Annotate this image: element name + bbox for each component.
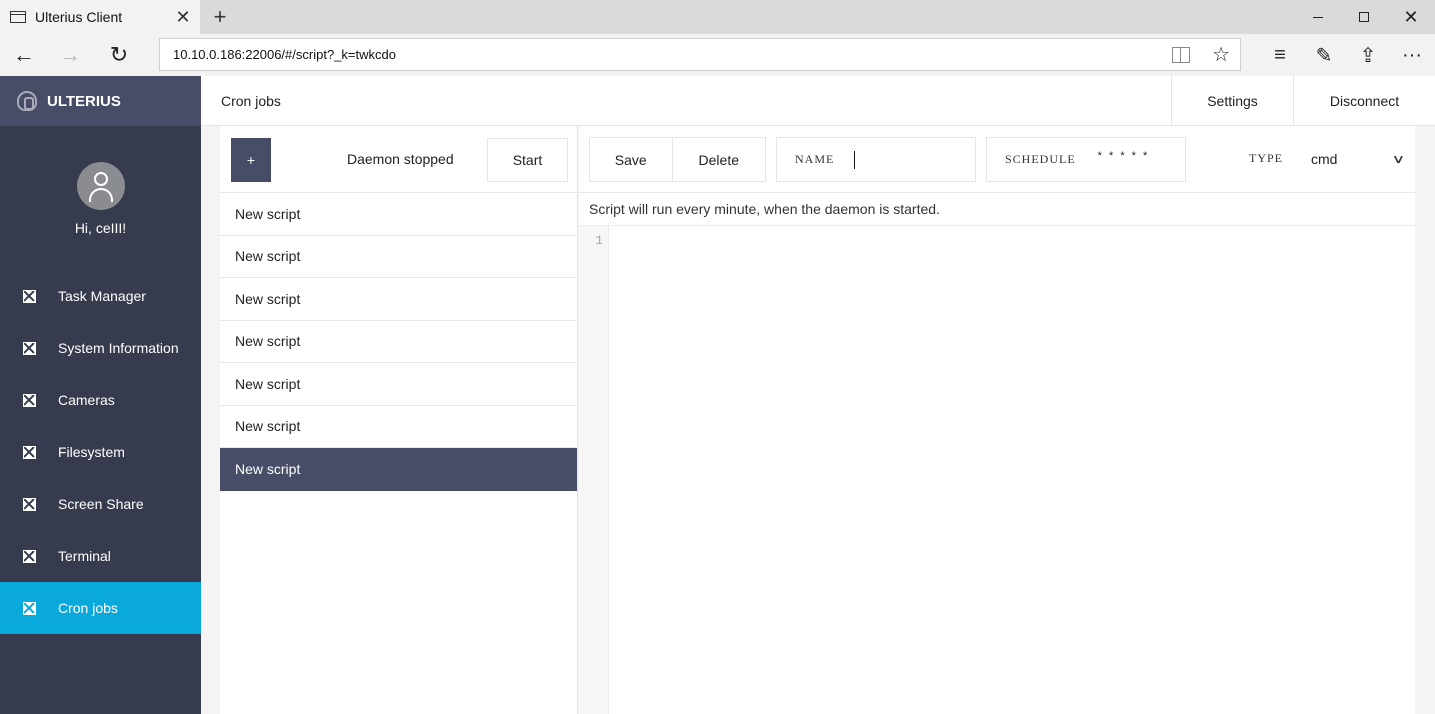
- editor-button-group: Save Delete: [589, 137, 766, 182]
- broken-image-icon: [23, 601, 36, 615]
- more-icon[interactable]: ···: [1394, 39, 1430, 71]
- script-list-item[interactable]: New script: [220, 236, 577, 278]
- broken-image-icon: [23, 549, 36, 563]
- schedule-hint: Script will run every minute, when the d…: [579, 193, 1415, 226]
- settings-button[interactable]: Settings: [1171, 76, 1293, 126]
- line-number-gutter: 1: [579, 226, 609, 714]
- script-editor-pane: Save Delete NAME SCHEDULE * * * * * TYPE…: [579, 126, 1415, 714]
- type-value: cmd: [1311, 151, 1338, 167]
- tab-title: Ulterius Client: [35, 9, 123, 25]
- back-button[interactable]: ←: [6, 39, 42, 71]
- sidebar-item-cron-jobs[interactable]: Cron jobs: [0, 582, 201, 634]
- daemon-status: Daemon stopped: [347, 151, 454, 167]
- name-field[interactable]: NAME: [776, 137, 976, 182]
- refresh-button[interactable]: ↻: [101, 39, 137, 71]
- sidebar-item-system-information[interactable]: System Information: [0, 322, 201, 374]
- minimize-icon: [1313, 16, 1323, 18]
- app-root: ULTERIUS Hi, ceIII! Task Manager System …: [0, 76, 1435, 714]
- tab-bar: Ulterius Client ✕ + ✕: [0, 0, 1435, 34]
- brand: ULTERIUS: [0, 76, 201, 126]
- maximize-button[interactable]: [1341, 0, 1387, 34]
- sidebar-item-label: Screen Share: [58, 496, 144, 512]
- new-tab-button[interactable]: +: [205, 2, 235, 32]
- script-list-item-selected[interactable]: New script: [220, 448, 577, 491]
- script-list-toolbar: + Daemon stopped Start: [220, 126, 577, 193]
- delete-button[interactable]: Delete: [673, 138, 765, 181]
- right-margin: [1415, 126, 1435, 714]
- reading-view-icon[interactable]: [1172, 46, 1191, 63]
- chevron-down-icon: ∨: [1391, 152, 1406, 166]
- page-icon: [10, 11, 26, 23]
- script-list-item[interactable]: New script: [220, 406, 577, 448]
- type-label: TYPE: [1249, 151, 1283, 165]
- address-bar[interactable]: 10.10.0.186:22006/#/script?_k=twkcdo ☆: [159, 38, 1241, 71]
- name-label: NAME: [795, 152, 835, 166]
- favorite-star-icon[interactable]: ☆: [1212, 42, 1230, 67]
- maximize-icon: [1359, 12, 1369, 22]
- sidebar-menu: Task Manager System Information Cameras …: [0, 270, 201, 634]
- sidebar-item-label: System Information: [58, 340, 179, 356]
- broken-image-icon: [23, 445, 36, 459]
- save-button[interactable]: Save: [590, 138, 673, 181]
- url-text: 10.10.0.186:22006/#/script?_k=twkcdo: [173, 47, 396, 62]
- start-daemon-button[interactable]: Start: [487, 138, 568, 182]
- script-list-pane: + Daemon stopped Start New script New sc…: [220, 126, 578, 714]
- sidebar-item-screen-share[interactable]: Screen Share: [0, 478, 201, 530]
- content-area: + Daemon stopped Start New script New sc…: [201, 126, 1435, 714]
- script-list-item[interactable]: New script: [220, 193, 577, 236]
- schedule-value[interactable]: * * * * *: [1098, 150, 1150, 162]
- share-icon[interactable]: ⇪: [1350, 39, 1386, 71]
- window-close-button[interactable]: ✕: [1388, 0, 1434, 34]
- greeting: Hi, ceIII!: [74, 220, 127, 236]
- user-icon-body: [88, 188, 113, 202]
- script-list-item[interactable]: New script: [220, 321, 577, 363]
- sidebar-item-label: Filesystem: [58, 444, 125, 460]
- brand-name: ULTERIUS: [47, 92, 121, 110]
- broken-image-icon: [23, 497, 36, 511]
- sidebar-item-cameras[interactable]: Cameras: [0, 374, 201, 426]
- ulterius-logo-icon: [17, 91, 37, 111]
- type-select[interactable]: cmd ∨: [1311, 148, 1406, 170]
- script-list-item[interactable]: New script: [220, 278, 577, 321]
- sidebar-item-label: Task Manager: [58, 288, 146, 304]
- web-note-icon[interactable]: ✎: [1306, 39, 1342, 71]
- navigation-bar: ← → ↻ 10.10.0.186:22006/#/script?_k=twkc…: [0, 34, 1435, 76]
- code-text-area[interactable]: [610, 226, 1415, 714]
- profile: Hi, ceIII!: [0, 126, 201, 256]
- line-number: 1: [595, 233, 603, 248]
- sidebar-item-task-manager[interactable]: Task Manager: [0, 270, 201, 322]
- disconnect-button[interactable]: Disconnect: [1293, 76, 1435, 126]
- top-bar: Cron jobs Settings Disconnect: [201, 76, 1435, 126]
- sidebar-item-filesystem[interactable]: Filesystem: [0, 426, 201, 478]
- sidebar-item-label: Terminal: [58, 548, 111, 564]
- sidebar-item-label: Cron jobs: [58, 600, 118, 616]
- script-list-item[interactable]: New script: [220, 363, 577, 406]
- tab-close-icon[interactable]: ✕: [172, 6, 194, 28]
- browser-tab[interactable]: Ulterius Client ✕: [0, 0, 200, 34]
- schedule-field[interactable]: SCHEDULE * * * * *: [986, 137, 1186, 182]
- broken-image-icon: [23, 341, 36, 355]
- name-input[interactable]: [854, 150, 955, 169]
- schedule-label: SCHEDULE: [1005, 152, 1076, 166]
- page-title: Cron jobs: [221, 93, 281, 109]
- code-editor[interactable]: 1: [579, 226, 1415, 714]
- hub-icon[interactable]: ≡: [1262, 39, 1298, 71]
- user-icon: [93, 172, 108, 186]
- sidebar-item-label: Cameras: [58, 392, 115, 408]
- avatar: [76, 162, 125, 210]
- browser-chrome: Ulterius Client ✕ + ✕ ← → ↻ 10.10.0.186:…: [0, 0, 1435, 76]
- sidebar-item-terminal[interactable]: Terminal: [0, 530, 201, 582]
- add-script-button[interactable]: +: [231, 138, 271, 182]
- minimize-button[interactable]: [1295, 0, 1341, 34]
- editor-toolbar: Save Delete NAME SCHEDULE * * * * * TYPE…: [579, 126, 1415, 193]
- sidebar: ULTERIUS Hi, ceIII! Task Manager System …: [0, 76, 201, 714]
- broken-image-icon: [23, 393, 36, 407]
- forward-button[interactable]: →: [52, 39, 88, 71]
- broken-image-icon: [23, 289, 36, 303]
